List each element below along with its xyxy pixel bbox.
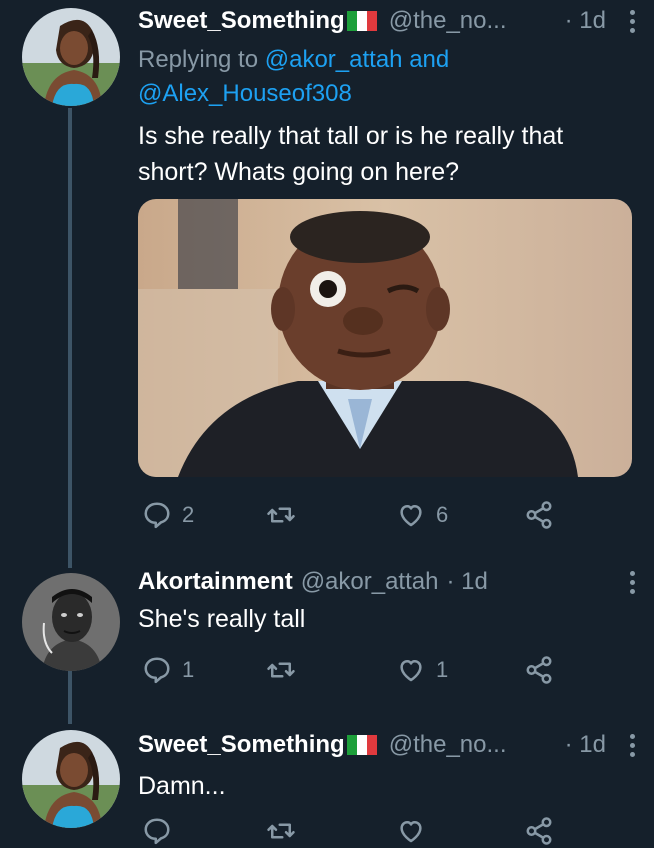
retweet-button[interactable]: [266, 498, 306, 532]
like-button[interactable]: 6: [396, 498, 448, 532]
user-handle[interactable]: @the_no...: [389, 7, 507, 35]
tweet-actions: [138, 814, 558, 848]
more-icon[interactable]: [630, 734, 636, 757]
tweet-text: Is she really that tall or is he really …: [138, 122, 564, 186]
display-name[interactable]: Akortainment: [138, 568, 293, 596]
tweet-image[interactable]: [138, 199, 632, 477]
retweet-button[interactable]: [266, 653, 306, 687]
tweet[interactable]: Akortainment @akor_attah · 1d She's real…: [0, 565, 654, 705]
like-icon: [400, 821, 422, 843]
like-count: 6: [436, 502, 449, 527]
timestamp[interactable]: · 1d: [446, 568, 517, 596]
share-icon: [526, 656, 552, 684]
avatar[interactable]: [22, 730, 120, 828]
retweet-button[interactable]: [266, 814, 306, 848]
reply-button[interactable]: 2: [142, 498, 194, 532]
display-name[interactable]: Sweet_Something: [138, 731, 345, 759]
user-handle[interactable]: @akor_attah: [301, 568, 439, 596]
like-button[interactable]: 1: [396, 653, 448, 687]
italy-flag-icon: [346, 11, 377, 31]
share-icon: [526, 817, 552, 845]
share-button[interactable]: [524, 653, 554, 687]
like-icon: [400, 505, 422, 527]
timestamp[interactable]: · 1d: [565, 731, 636, 759]
tweet-header: Sweet_Something @the_no... · 1d: [138, 728, 636, 762]
reply-button[interactable]: [142, 814, 182, 848]
avatar[interactable]: [22, 573, 120, 671]
retweet-icon: [267, 823, 295, 839]
mention-link[interactable]: @Alex_Houseof308: [138, 80, 352, 107]
tweet-actions: 1 1: [138, 653, 558, 687]
replying-to-line2: @Alex_Houseof308: [138, 78, 352, 110]
mention-link[interactable]: @akor_attah: [265, 46, 403, 73]
share-button[interactable]: [524, 498, 554, 532]
replying-to: Replying to @akor_attah and: [138, 46, 450, 73]
user-handle[interactable]: @the_no...: [389, 731, 507, 759]
share-button[interactable]: [524, 814, 554, 848]
tweet-actions: 2 6: [138, 498, 558, 532]
more-icon[interactable]: [630, 571, 636, 594]
like-icon: [400, 660, 422, 682]
italy-flag-icon: [346, 735, 377, 755]
avatar[interactable]: [22, 8, 120, 106]
reply-icon: [144, 657, 170, 684]
share-icon: [526, 501, 552, 529]
tweet-header: Akortainment @akor_attah · 1d: [138, 565, 636, 599]
tweet-text: She's really tall: [138, 605, 306, 633]
reply-icon: [144, 818, 170, 845]
reply-count: 2: [182, 502, 195, 527]
like-button[interactable]: [396, 814, 436, 848]
retweet-icon: [267, 507, 295, 523]
tweet-header: Sweet_Something @the_no... · 1d: [138, 4, 636, 38]
timestamp[interactable]: · 1d: [565, 7, 636, 35]
tweet[interactable]: Sweet_Something @the_no... · 1d Damn...: [0, 728, 654, 848]
display-name[interactable]: Sweet_Something: [138, 7, 345, 35]
like-count: 1: [436, 657, 449, 682]
reply-count: 1: [182, 657, 195, 682]
more-icon[interactable]: [630, 10, 636, 33]
retweet-icon: [267, 662, 295, 678]
reply-icon: [144, 502, 170, 529]
reply-button[interactable]: 1: [142, 653, 194, 687]
tweet[interactable]: Sweet_Something @the_no... · 1d Replying…: [0, 0, 654, 560]
tweet-text: Damn...: [138, 772, 226, 800]
